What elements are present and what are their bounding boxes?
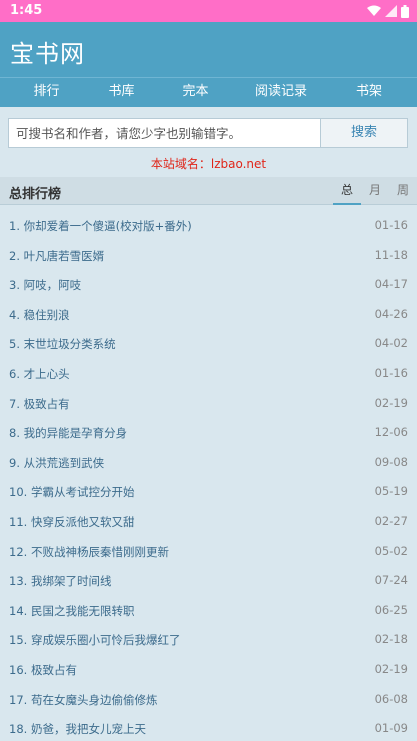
update-date: 02-19 <box>374 395 408 410</box>
update-date: 11-18 <box>374 247 408 262</box>
update-date: 01-16 <box>374 218 408 232</box>
update-date: 01-09 <box>374 721 408 736</box>
book-title-link[interactable]: 1. 你却爱着一个傻逼(校对版+番外) <box>9 218 192 234</box>
book-title-link[interactable]: 9. 从洪荒逃到武侠 <box>9 455 104 471</box>
ranking-header: 总排行榜 总 月 周 <box>0 177 417 205</box>
list-item[interactable]: 14. 民国之我能无限转职 06-25 <box>0 596 417 626</box>
nav-item-ranking[interactable]: 排行 <box>0 78 93 107</box>
list-item[interactable]: 1. 你却爱着一个傻逼(校对版+番外) 01-16 <box>0 211 417 241</box>
app-header: 宝书网 <box>0 22 417 77</box>
update-date: 04-17 <box>374 277 408 292</box>
book-title-link[interactable]: 2. 叶凡唐若雪医婿 <box>9 248 104 264</box>
nav-item-bookshelf[interactable]: 书架 <box>321 78 417 107</box>
update-date: 05-02 <box>374 543 408 558</box>
update-date: 02-18 <box>374 632 408 647</box>
list-item[interactable]: 8. 我的异能是孕育分身 12-06 <box>0 418 417 448</box>
list-item[interactable]: 6. 才上心头 01-16 <box>0 359 417 389</box>
update-date: 12-06 <box>374 425 408 440</box>
list-item[interactable]: 17. 苟在女魔头身边偷偷修炼 06-08 <box>0 685 417 715</box>
list-item[interactable]: 12. 不败战神杨辰秦惜刚刚更新 05-02 <box>0 537 417 567</box>
tab-month[interactable]: 月 <box>361 177 389 205</box>
book-title-link[interactable]: 15. 穿成娱乐圈小可怜后我爆红了 <box>9 632 180 648</box>
domain-notice: 本站域名：lzbao.net <box>150 157 267 171</box>
list-item[interactable]: 7. 极致占有 02-19 <box>0 389 417 419</box>
book-title-link[interactable]: 6. 才上心头 <box>9 366 70 382</box>
search-input[interactable] <box>9 119 320 147</box>
update-date: 05-19 <box>374 484 408 499</box>
main-nav: 排行 书库 完本 阅读记录 书架 <box>0 77 417 107</box>
list-item[interactable]: 3. 阿吱，阿吱 04-17 <box>0 270 417 300</box>
nav-item-history[interactable]: 阅读记录 <box>241 78 321 107</box>
book-title-link[interactable]: 13. 我绑架了时间线 <box>9 573 111 589</box>
update-date: 04-02 <box>374 336 408 351</box>
nav-item-completed[interactable]: 完本 <box>150 78 241 107</box>
nav-item-library[interactable]: 书库 <box>93 78 150 107</box>
book-title-link[interactable]: 5. 末世垃圾分类系统 <box>9 336 116 352</box>
update-date: 06-08 <box>374 691 408 706</box>
book-title-link[interactable]: 18. 奶爸，我把女儿宠上天 <box>9 721 146 737</box>
list-item[interactable]: 18. 奶爸，我把女儿宠上天 01-09 <box>0 714 417 741</box>
list-item[interactable]: 11. 快穿反派他又软又甜 02-27 <box>0 507 417 537</box>
signal-icon <box>385 5 397 17</box>
update-date: 02-27 <box>374 513 408 528</box>
battery-icon <box>401 4 409 18</box>
tab-total[interactable]: 总 <box>333 177 361 205</box>
list-item[interactable]: 15. 穿成娱乐圈小可怜后我爆红了 02-18 <box>0 625 417 655</box>
book-title-link[interactable]: 17. 苟在女魔头身边偷偷修炼 <box>9 692 157 708</box>
ranking-title: 总排行榜 <box>9 187 62 202</box>
ranking-list: 1. 你却爱着一个傻逼(校对版+番外) 01-16 2. 叶凡唐若雪医婿 11-18… <box>0 211 417 741</box>
search-bar: 搜索 <box>8 118 408 148</box>
book-title-link[interactable]: 16. 极致占有 <box>9 662 77 678</box>
book-title-link[interactable]: 12. 不败战神杨辰秦惜刚刚更新 <box>9 544 169 560</box>
book-title-link[interactable]: 8. 我的异能是孕育分身 <box>9 425 127 441</box>
tab-week[interactable]: 周 <box>389 177 417 205</box>
book-title-link[interactable]: 7. 极致占有 <box>9 396 70 412</box>
status-time: 1:45 <box>10 3 43 18</box>
update-date: 04-26 <box>374 306 408 321</box>
list-item[interactable]: 5. 末世垃圾分类系统 04-02 <box>0 329 417 359</box>
book-title-link[interactable]: 3. 阿吱，阿吱 <box>9 277 81 293</box>
book-title-link[interactable]: 11. 快穿反派他又软又甜 <box>9 514 134 530</box>
status-icons <box>367 4 409 18</box>
list-item[interactable]: 9. 从洪荒逃到武侠 09-08 <box>0 448 417 478</box>
list-item[interactable]: 10. 学霸从考试控分开始 05-19 <box>0 477 417 507</box>
update-date: 02-19 <box>374 661 408 676</box>
wifi-icon <box>367 5 381 16</box>
ranking-tabs: 总 月 周 <box>333 177 417 205</box>
book-title-link[interactable]: 10. 学霸从考试控分开始 <box>9 484 134 500</box>
update-date: 06-25 <box>374 602 408 617</box>
book-title-link[interactable]: 4. 稳住别浪 <box>9 307 70 323</box>
list-item[interactable]: 4. 稳住别浪 04-26 <box>0 300 417 330</box>
search-button[interactable]: 搜索 <box>320 119 407 147</box>
update-date: 09-08 <box>374 454 408 469</box>
list-item[interactable]: 2. 叶凡唐若雪医婿 11-18 <box>0 241 417 271</box>
update-date: 01-16 <box>374 365 408 380</box>
status-bar: 1:45 <box>0 0 417 22</box>
update-date: 07-24 <box>374 573 408 588</box>
list-item[interactable]: 13. 我绑架了时间线 07-24 <box>0 566 417 596</box>
site-title[interactable]: 宝书网 <box>10 34 85 69</box>
list-item[interactable]: 16. 极致占有 02-19 <box>0 655 417 685</box>
book-title-link[interactable]: 14. 民国之我能无限转职 <box>9 603 134 619</box>
